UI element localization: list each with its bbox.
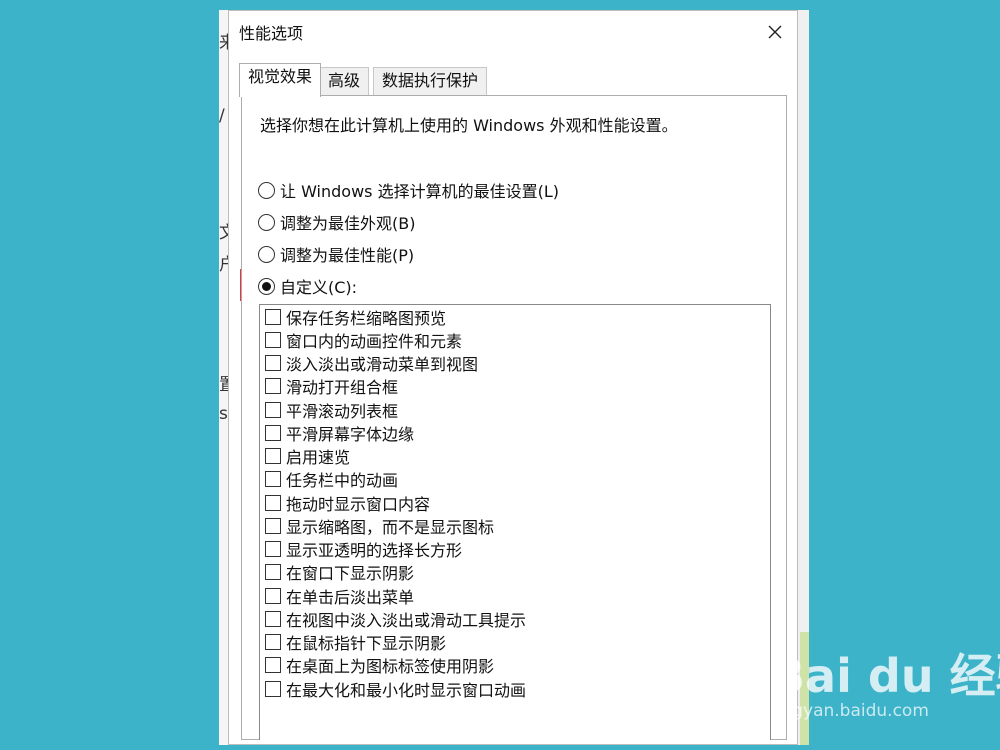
- watermark-url: jingyan.baidu.com: [772, 701, 929, 721]
- radio-let-windows-choose[interactable]: 让 Windows 选择计算机的最佳设置(L): [258, 177, 559, 203]
- radio-best-performance[interactable]: 调整为最佳性能(P): [258, 241, 414, 267]
- option-label: 拖动时显示窗口内容: [286, 495, 431, 514]
- option-fade-slide-tooltips[interactable]: 在视图中淡入淡出或滑动工具提示: [265, 608, 526, 630]
- option-fade-menus-after-click[interactable]: 在单击后淡出菜单: [265, 585, 414, 607]
- option-smooth-scroll-list[interactable]: 平滑滚动列表框: [265, 399, 398, 421]
- option-label: 显示缩略图，而不是显示图标: [286, 518, 495, 537]
- option-label: 在桌面上为图标标签使用阴影: [286, 657, 495, 676]
- option-label: 在视图中淡入淡出或滑动工具提示: [286, 611, 527, 630]
- radio-button[interactable]: [258, 277, 275, 295]
- option-show-thumbnails[interactable]: 显示缩略图，而不是显示图标: [265, 515, 494, 537]
- option-show-window-contents-dragging[interactable]: 拖动时显示窗口内容: [265, 492, 430, 514]
- checkbox[interactable]: [265, 495, 281, 511]
- option-label: 启用速览: [286, 448, 351, 467]
- option-label: 在单击后淡出菜单: [286, 588, 415, 607]
- checkbox[interactable]: [265, 657, 281, 673]
- checkbox[interactable]: [265, 611, 281, 627]
- option-slide-combo-boxes[interactable]: 滑动打开组合框: [265, 375, 398, 397]
- checkbox[interactable]: [265, 471, 281, 487]
- checkbox[interactable]: [265, 518, 281, 534]
- watermark-logo: Bai du 经验: [770, 649, 1000, 703]
- option-label: 滑动打开组合框: [286, 378, 399, 397]
- checkbox[interactable]: [265, 402, 281, 418]
- option-taskbar-animations[interactable]: 任务栏中的动画: [265, 468, 398, 490]
- checkbox[interactable]: [265, 355, 281, 371]
- option-mouse-pointer-shadow[interactable]: 在鼠标指针下显示阴影: [265, 631, 446, 653]
- radio-best-appearance[interactable]: 调整为最佳外观(B): [258, 209, 415, 235]
- option-label: 保存任务栏缩略图预览: [286, 309, 447, 328]
- checkbox[interactable]: [265, 309, 281, 325]
- option-enable-peek[interactable]: 启用速览: [265, 445, 350, 467]
- checkbox[interactable]: [265, 378, 281, 394]
- radio-label: 调整为最佳性能(P): [280, 246, 415, 265]
- option-fade-slide-menus[interactable]: 淡入淡出或滑动菜单到视图: [265, 352, 478, 374]
- checkbox[interactable]: [265, 448, 281, 464]
- option-save-taskbar-thumbnail[interactable]: 保存任务栏缩略图预览: [265, 306, 446, 328]
- checkbox[interactable]: [265, 541, 281, 557]
- panel-description: 选择你想在此计算机上使用的 Windows 外观和性能设置。: [260, 116, 678, 135]
- option-label: 平滑滚动列表框: [286, 402, 399, 421]
- checkbox[interactable]: [265, 588, 281, 604]
- radio-button[interactable]: [258, 181, 275, 199]
- radio-button[interactable]: [258, 245, 275, 263]
- option-label: 任务栏中的动画: [286, 471, 399, 490]
- checkbox[interactable]: [265, 634, 281, 650]
- option-label: 淡入淡出或滑动菜单到视图: [286, 355, 479, 374]
- radio-button[interactable]: [258, 213, 275, 231]
- option-animate-min-max[interactable]: 在最大化和最小化时显示窗口动画: [265, 678, 526, 700]
- option-label: 在最大化和最小化时显示窗口动画: [286, 681, 527, 700]
- checkbox[interactable]: [265, 425, 281, 441]
- checkbox[interactable]: [265, 564, 281, 580]
- option-window-shadows[interactable]: 在窗口下显示阴影: [265, 561, 414, 583]
- performance-options-dialog: 性能选项 视觉效果 高级 数据执行保护 选择你想在此计算机上使用的 Window…: [228, 10, 798, 745]
- option-label: 窗口内的动画控件和元素: [286, 332, 463, 351]
- option-animate-controls[interactable]: 窗口内的动画控件和元素: [265, 329, 462, 351]
- radio-label: 让 Windows 选择计算机的最佳设置(L): [280, 182, 559, 201]
- option-desktop-icon-label-shadows[interactable]: 在桌面上为图标标签使用阴影: [265, 654, 494, 676]
- tab-label: 视觉效果: [248, 67, 313, 86]
- checkbox[interactable]: [265, 332, 281, 348]
- checkbox[interactable]: [265, 681, 281, 697]
- radio-label: 调整为最佳外观(B): [280, 214, 416, 233]
- baidu-watermark: Bai du 经验 jingyan.baidu.com: [770, 640, 1000, 730]
- visual-effects-panel: 选择你想在此计算机上使用的 Windows 外观和性能设置。 让 Windows…: [241, 95, 787, 740]
- radio-custom[interactable]: 自定义(C):: [258, 273, 357, 299]
- option-translucent-selection[interactable]: 显示亚透明的选择长方形: [265, 538, 462, 560]
- tab-visual-effects[interactable]: 视觉效果: [239, 63, 322, 97]
- option-label: 在鼠标指针下显示阴影: [286, 634, 447, 653]
- radio-label: 自定义(C):: [280, 278, 358, 297]
- option-label: 显示亚透明的选择长方形: [286, 541, 463, 560]
- option-label: 平滑屏幕字体边缘: [286, 425, 415, 444]
- option-label: 在窗口下显示阴影: [286, 564, 415, 583]
- option-smooth-font-edges[interactable]: 平滑屏幕字体边缘: [265, 422, 414, 444]
- visual-effects-list[interactable]: 保存任务栏缩略图预览 窗口内的动画控件和元素 淡入淡出或滑动菜单到视图 滑动打开…: [259, 304, 771, 740]
